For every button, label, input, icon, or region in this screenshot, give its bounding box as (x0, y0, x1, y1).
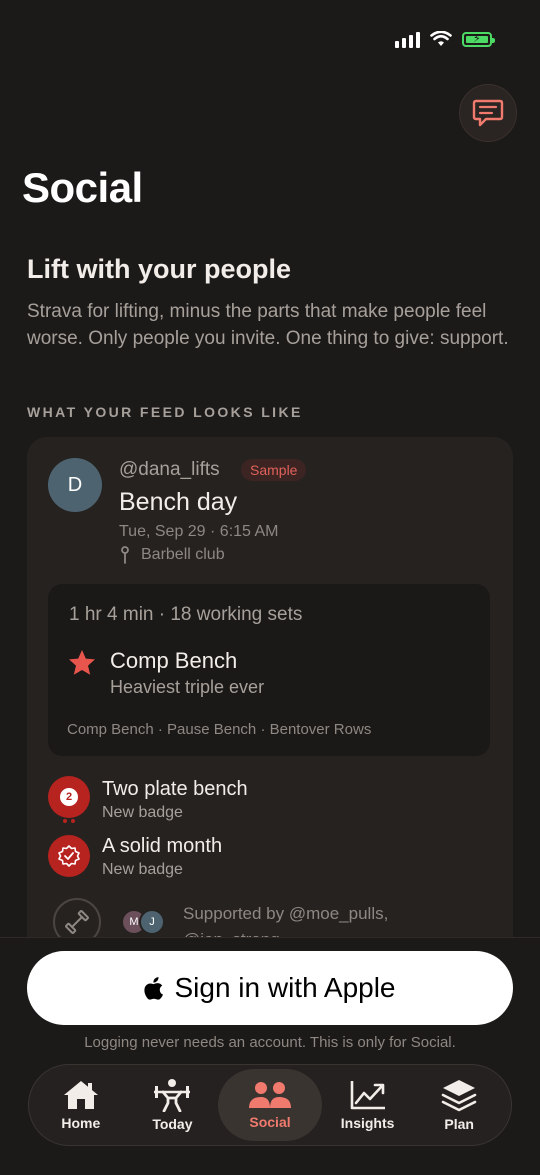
badge-number: 2 (60, 788, 78, 806)
chart-icon (350, 1081, 385, 1110)
tab-social[interactable]: Social (218, 1069, 322, 1141)
exercise-list: Comp Bench · Pause Bench · Bentover Rows (67, 721, 372, 738)
battery-charging-icon: ⚡ (462, 31, 495, 47)
pr-title: Comp Bench (110, 648, 238, 673)
intro-description: Strava for lifting, minus the parts that… (27, 301, 509, 349)
seal-badge-icon (48, 835, 90, 877)
avatar: D (48, 458, 102, 512)
apple-icon (144, 977, 164, 1000)
avatar: J (139, 909, 165, 935)
badge-subtitle: New badge (102, 861, 183, 878)
home-icon (63, 1081, 98, 1109)
tab-label: Plan (444, 1116, 474, 1132)
tab-plan[interactable]: Plan (413, 1069, 505, 1141)
sign-in-label: Sign in with Apple (174, 972, 396, 1003)
pin-icon (121, 546, 129, 564)
badge-title: A solid month (102, 835, 223, 857)
layers-icon (441, 1080, 477, 1112)
lifter-icon (154, 1079, 191, 1112)
status-bar: ⚡ (395, 30, 495, 48)
post-location: Barbell club (119, 546, 225, 564)
badge-dots (63, 819, 75, 823)
tab-today[interactable]: Today (127, 1069, 219, 1141)
location-label: Barbell club (141, 546, 225, 563)
tab-label: Home (61, 1115, 101, 1131)
post-handle: @dana_lifts (119, 459, 220, 480)
feed-section-label: WHAT YOUR FEED LOOKS LIKE (27, 404, 303, 420)
supporter-avatars: M J (121, 909, 165, 935)
bottom-sheet: Sign in with Apple Logging never needs a… (0, 937, 540, 1175)
tab-label: Social (249, 1114, 291, 1130)
tab-label: Today (152, 1116, 193, 1132)
post-datetime: Tue, Sep 29 · 6:15 AM (119, 523, 279, 540)
sign-in-with-apple-button[interactable]: Sign in with Apple (27, 951, 513, 1025)
tab-insights[interactable]: Insights (322, 1069, 414, 1141)
wifi-icon (430, 31, 452, 46)
signin-note: Logging never needs an account. This is … (84, 1034, 456, 1051)
sample-feed-card: D @dana_lifts Sample Bench day Tue, Sep … (27, 437, 513, 997)
signal-icon (395, 30, 420, 48)
tab-home[interactable]: Home (35, 1069, 127, 1141)
intro-headline: Lift with your people (27, 254, 291, 284)
pr-subtitle: Heaviest triple ever (110, 677, 265, 697)
page-title: Social (22, 164, 143, 211)
seal-check-icon (58, 845, 80, 867)
badge-title: Two plate bench (102, 778, 248, 800)
dumbbell-icon (65, 910, 89, 934)
sample-badge: Sample (241, 459, 307, 481)
tab-bar: Home Today Social Insights Plan (28, 1064, 512, 1146)
workout-summary: 1 hr 4 min · 18 working sets Comp Bench … (48, 584, 490, 756)
chat-button[interactable] (459, 84, 517, 142)
chat-bubble-icon (472, 99, 504, 127)
people-icon (249, 1082, 291, 1108)
post-title: Bench day (119, 488, 238, 516)
badge-subtitle: New badge (102, 804, 183, 821)
plate-badge-icon: 2 (48, 776, 90, 818)
tab-label: Insights (340, 1115, 395, 1131)
workout-stats: 1 hr 4 min · 18 working sets (69, 604, 303, 625)
star-icon (69, 650, 95, 675)
